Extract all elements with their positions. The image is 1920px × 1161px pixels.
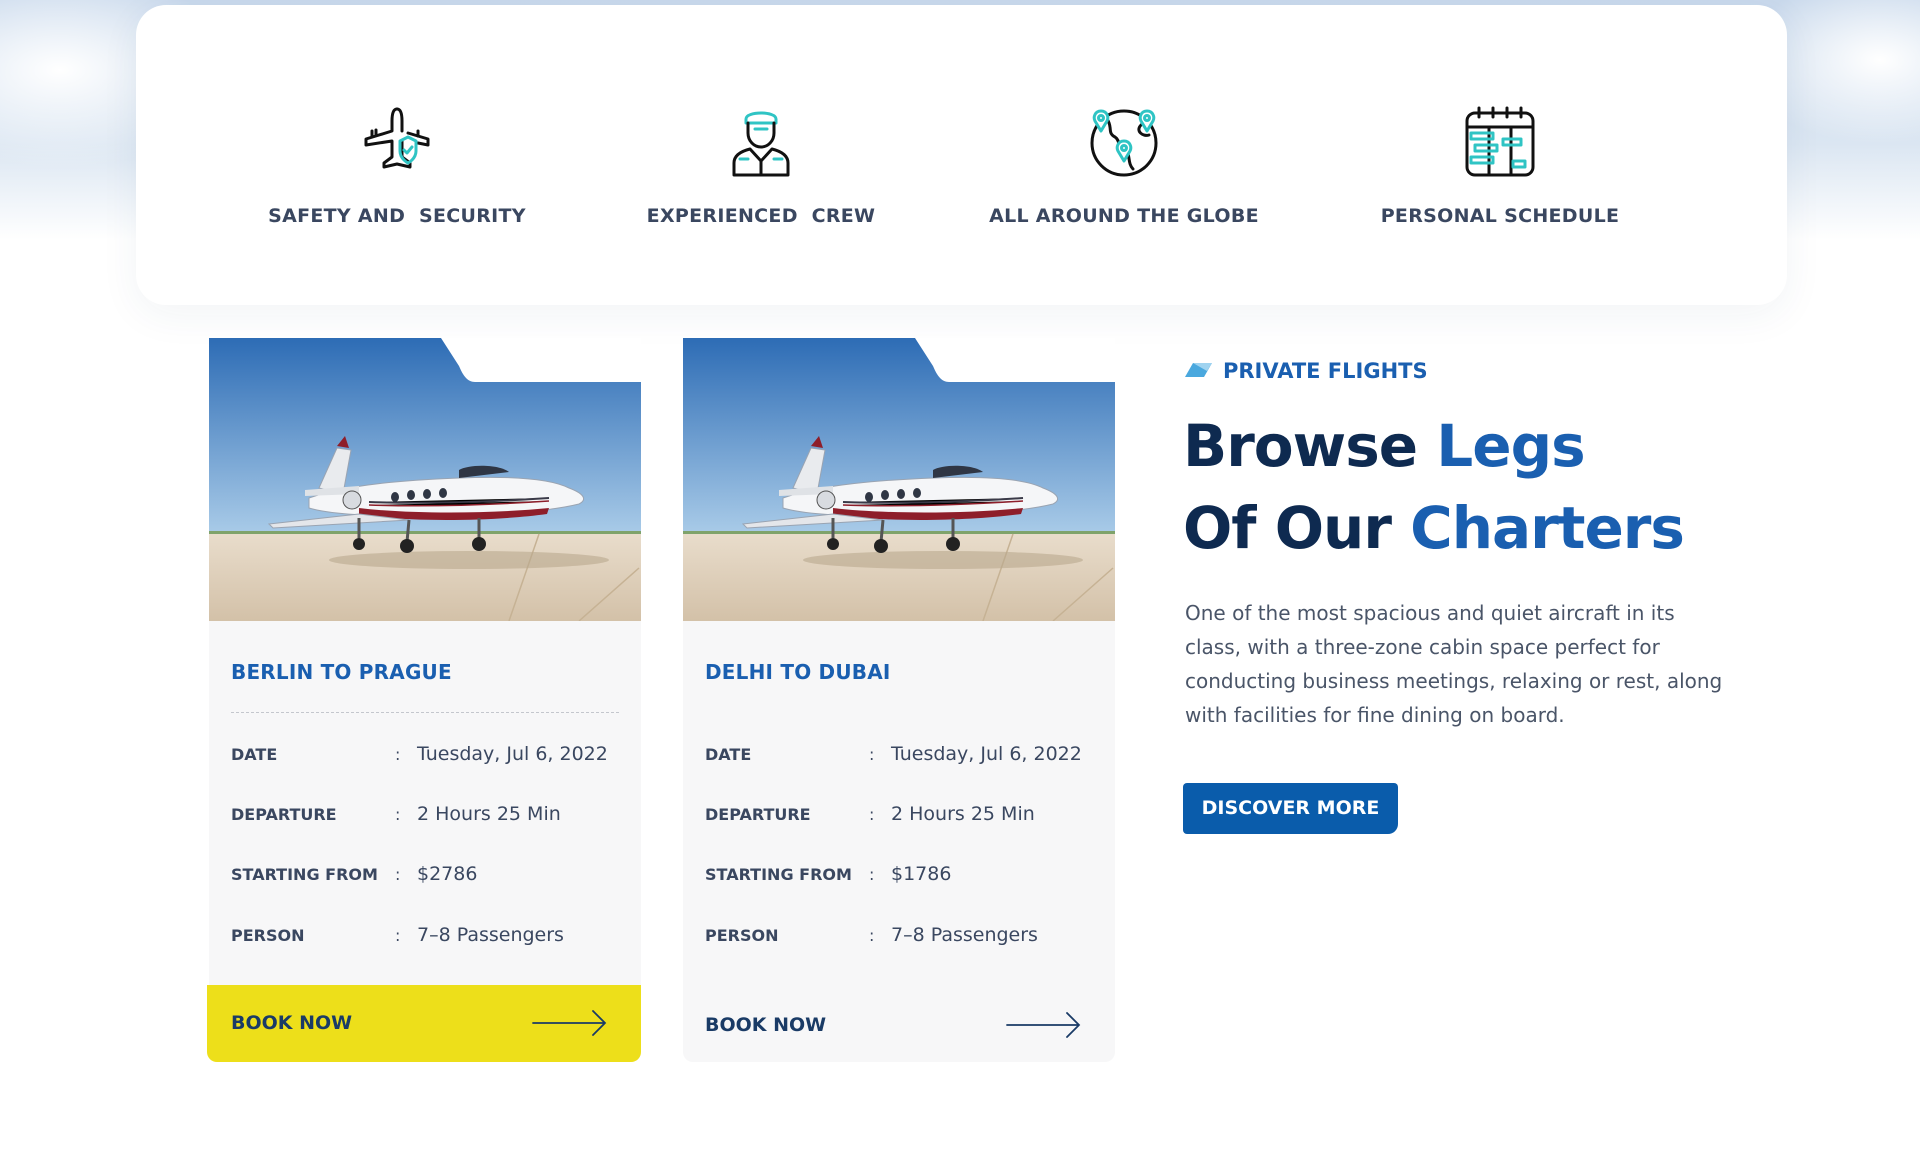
heading-text-accent: Legs	[1436, 412, 1585, 480]
detail-value: $2786	[417, 863, 478, 885]
feature-label: SAFETY AND SECURITY	[268, 205, 526, 227]
globe-pins-icon	[1090, 109, 1158, 177]
feature-label: PERSONAL SCHEDULE	[1380, 205, 1620, 227]
feature-safety: SAFETY AND SECURITY	[247, 105, 547, 227]
arrow-right-icon	[532, 1010, 607, 1036]
detail-separator: :	[395, 865, 401, 884]
detail-value: Tuesday, Jul 6, 2022	[891, 743, 1082, 765]
features-panel: SAFETY AND SECURITY EXPERIENCED CREW ALL…	[136, 5, 1787, 305]
flight-card: DELHI TO DUBAI DATE : Tuesday, Jul 6, 20…	[683, 338, 1115, 1062]
detail-separator: :	[869, 805, 875, 824]
jet-photo	[209, 338, 641, 621]
detail-row-person: PERSON : 7–8 Passengers	[705, 922, 1105, 952]
detail-key: PERSON	[231, 926, 305, 945]
detail-row-price: STARTING FROM : $1786	[705, 861, 1105, 891]
detail-separator: :	[395, 805, 401, 824]
detail-value: Tuesday, Jul 6, 2022	[417, 743, 608, 765]
section-heading: Browse Legs Of Our Charters	[1183, 405, 1883, 569]
feature-crew: EXPERIENCED CREW	[611, 105, 911, 227]
heading-text: Browse	[1183, 412, 1437, 480]
feature-schedule: PERSONAL SCHEDULE	[1350, 105, 1650, 227]
detail-row-price: STARTING FROM : $2786	[231, 861, 631, 891]
detail-value: $1786	[891, 863, 952, 885]
feature-globe: ALL AROUND THE GLOBE	[974, 105, 1274, 227]
detail-key: DEPARTURE	[231, 805, 337, 824]
detail-row-departure: DEPARTURE : 2 Hours 25 Min	[705, 801, 1105, 831]
book-now-button[interactable]: BOOK NOW	[207, 985, 641, 1062]
detail-key: DATE	[231, 745, 278, 764]
detail-key: STARTING FROM	[231, 865, 378, 884]
book-now-button[interactable]: BOOK NOW	[681, 985, 1115, 1062]
tagline-label: PRIVATE FLIGHTS	[1223, 359, 1428, 383]
detail-key: DATE	[705, 745, 752, 764]
detail-row-person: PERSON : 7–8 Passengers	[231, 922, 631, 952]
book-now-label: BOOK NOW	[231, 1012, 353, 1034]
detail-separator: :	[869, 926, 875, 945]
detail-value: 7–8 Passengers	[417, 924, 564, 946]
detail-row-date: DATE : Tuesday, Jul 6, 2022	[231, 741, 631, 771]
detail-separator: :	[395, 745, 401, 764]
heading-text-accent: Charters	[1410, 494, 1685, 562]
detail-value: 2 Hours 25 Min	[891, 803, 1035, 825]
pilot-icon	[732, 111, 790, 177]
heading-line-2: Of Our Charters	[1183, 487, 1883, 569]
plane-tick-icon	[1185, 363, 1212, 377]
heading-text: Of Our	[1183, 494, 1411, 562]
flight-card: BERLIN TO PRAGUE DATE : Tuesday, Jul 6, …	[207, 338, 641, 1062]
detail-key: DEPARTURE	[705, 805, 811, 824]
feature-label: ALL AROUND THE GLOBE	[989, 205, 1259, 227]
detail-separator: :	[869, 865, 875, 884]
section-description: One of the most spacious and quiet aircr…	[1185, 601, 1723, 727]
detail-separator: :	[395, 926, 401, 945]
calendar-schedule-icon	[1465, 106, 1535, 177]
route-title: BERLIN TO PRAGUE	[231, 660, 452, 684]
detail-value: 7–8 Passengers	[891, 924, 1038, 946]
book-now-label: BOOK NOW	[705, 1014, 827, 1036]
detail-row-departure: DEPARTURE : 2 Hours 25 Min	[231, 801, 631, 831]
detail-key: STARTING FROM	[705, 865, 852, 884]
jet-photo	[683, 338, 1115, 621]
feature-label: EXPERIENCED CREW	[646, 205, 876, 227]
route-title: DELHI TO DUBAI	[705, 660, 891, 684]
divider	[231, 712, 619, 713]
heading-line-1: Browse Legs	[1183, 405, 1883, 487]
detail-key: PERSON	[705, 926, 779, 945]
detail-separator: :	[869, 745, 875, 764]
detail-value: 2 Hours 25 Min	[417, 803, 561, 825]
arrow-right-icon	[1006, 1012, 1081, 1038]
detail-row-date: DATE : Tuesday, Jul 6, 2022	[705, 741, 1105, 771]
discover-more-button[interactable]: DISCOVER MORE	[1183, 783, 1398, 834]
airplane-shield-icon	[364, 107, 430, 169]
